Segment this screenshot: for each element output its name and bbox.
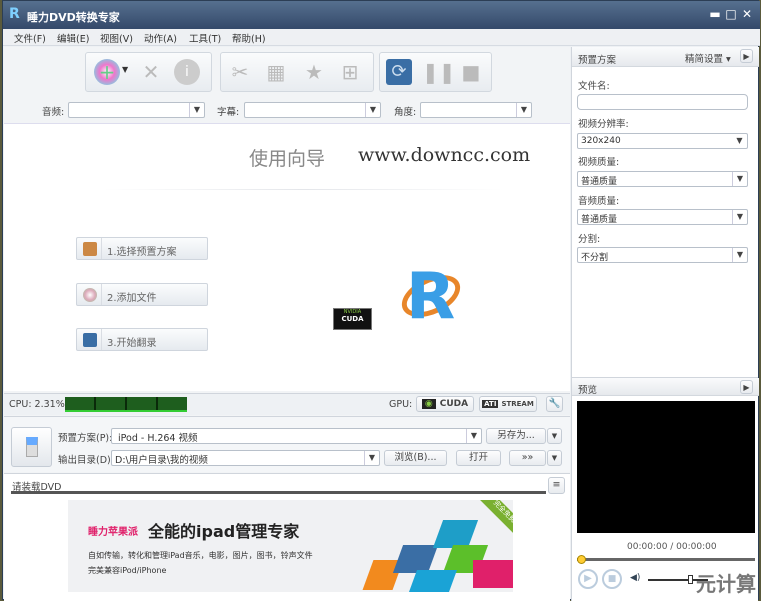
toolbar-group-convert: ⟳ ❚❚ ■ — [379, 52, 492, 92]
title-bar: R 睡力DVD转换专家 ▬ □ ✕ — [3, 1, 760, 29]
subtitle-select[interactable]: ▼ — [244, 102, 381, 118]
audio-quality-select[interactable]: 普通质量 ▼ — [577, 209, 748, 225]
delete-icon[interactable]: ✕ — [138, 59, 164, 85]
ad-banner[interactable]: 睡力苹果派 全能的ipad管理专家 自如传输，转化和管理iPad音乐，电影，图片… — [68, 500, 513, 592]
cpu-graph — [65, 397, 187, 412]
info-icon[interactable]: i — [174, 59, 200, 85]
app-window: R 睡力DVD转换专家 ▬ □ ✕ 文件(F) 编辑(E) 视图(V) 动作(A… — [2, 0, 760, 601]
effects-icon[interactable]: ★ — [301, 59, 327, 85]
menu-help[interactable]: 帮助(H) — [232, 31, 266, 45]
video-quality-select[interactable]: 普通质量 ▼ — [577, 171, 748, 187]
play-button[interactable]: ▶ — [578, 569, 598, 589]
output-dir-select[interactable]: D:\用户目录\我的视频 ▼ — [111, 450, 380, 466]
save-as-button[interactable]: 另存为... — [486, 428, 546, 444]
audio-select[interactable]: ▼ — [68, 102, 205, 118]
playback-time: 00:00:00 / 00:00:00 — [627, 542, 717, 552]
menu-tools[interactable]: 工具(T) — [189, 31, 221, 45]
wizard-step-add-file[interactable]: 2.添加文件 — [76, 283, 208, 306]
transfer-dropdown[interactable]: ▼ — [547, 450, 562, 466]
add-disc-icon[interactable]: + — [94, 59, 120, 85]
video-quality-label: 视频质量: — [578, 157, 620, 168]
seek-handle[interactable] — [577, 555, 586, 564]
simple-settings-dropdown[interactable]: 精简设置 ▾ — [685, 51, 731, 65]
window-title: 睡力DVD转换专家 — [27, 11, 120, 24]
divider — [104, 189, 504, 190]
task-progress-bar — [11, 491, 546, 494]
wizard-area: 使用向导 www.downcc.com 1.选择预置方案 2.添加文件 3.开始… — [4, 123, 570, 391]
preset-panel-header: 预置方案 精简设置 ▾ ▶ — [572, 47, 759, 67]
maximize-button[interactable]: □ — [724, 7, 738, 21]
preview-panel: 预览 ▶ 00:00:00 / 00:00:00 ▶ ■ ◀) 元计算 — [571, 377, 759, 601]
angle-label: 角度: — [394, 107, 417, 118]
expand-panel-button[interactable]: ▶ — [740, 49, 753, 63]
volume-icon[interactable]: ◀) — [630, 573, 640, 583]
preview-header: 预览 ▶ — [572, 378, 759, 396]
output-settings: 预置方案(P): iPod - H.264 视频 ▼ 另存为... ▼ 输出目录(… — [4, 416, 570, 472]
status-bar: CPU: 2.31% GPU: ◉ CUDA ATI STREAM 🔧 — [4, 393, 570, 415]
task-area: 请装载DVD ≡ 睡力苹果派 全能的ipad管理专家 自如传输，转化和管理iPa… — [4, 473, 570, 601]
app-logo-icon: R — [9, 6, 20, 22]
menu-edit[interactable]: 编辑(E) — [57, 31, 89, 45]
filename-input[interactable] — [577, 94, 748, 110]
browse-button[interactable]: 浏览(B)... — [384, 450, 447, 466]
wizard-step-start-rip[interactable]: 3.开始翻录 — [76, 328, 208, 351]
left-panel: + ▼ ✕ i ✂ ▦ ★ ⊞ ⟳ ❚❚ ■ 音频: ▼ 字幕: ▼ 角度: ▼… — [4, 47, 570, 601]
split-label: 分割: — [578, 234, 601, 245]
video-preview — [577, 401, 755, 533]
split-select[interactable]: 不分割 ▼ — [577, 247, 748, 263]
menu-view[interactable]: 视图(V) — [100, 31, 133, 45]
toolbar-group-file: + ▼ ✕ i — [85, 52, 212, 92]
preset-icon — [83, 242, 97, 256]
gpu-label: GPU: — [389, 399, 413, 410]
minimize-button[interactable]: ▬ — [708, 7, 722, 21]
rip-icon — [83, 333, 97, 347]
filename-label: 文件名: — [578, 81, 610, 92]
audio-label: 音频: — [42, 107, 65, 118]
save-as-dropdown[interactable]: ▼ — [547, 428, 562, 444]
menu-bar: 文件(F) 编辑(E) 视图(V) 动作(A) 工具(T) 帮助(H) — [3, 29, 760, 46]
close-button[interactable]: ✕ — [740, 7, 754, 21]
stop-button[interactable]: ■ — [602, 569, 622, 589]
add-file-icon — [83, 288, 97, 302]
transfer-to-device-button[interactable]: »» — [509, 450, 546, 466]
watermark-overlay: 元计算 — [696, 572, 756, 596]
resolution-select[interactable]: 320x240 ▼ — [577, 133, 748, 149]
volume-handle[interactable] — [688, 575, 693, 584]
angle-select[interactable]: ▼ — [420, 102, 532, 118]
cuda-toggle[interactable]: ◉ CUDA — [416, 396, 474, 412]
add-dropdown-icon[interactable]: ▼ — [122, 65, 128, 74]
device-ipod-icon[interactable] — [11, 427, 52, 467]
menu-action[interactable]: 动作(A) — [144, 31, 177, 45]
resolution-label: 视频分辨率: — [578, 119, 629, 130]
subtitle-label: 字幕: — [217, 107, 240, 118]
preset-settings-panel: 预置方案 精简设置 ▾ ▶ 文件名: 视频分辨率: 320x240 ▼ 视频质量:… — [571, 47, 759, 377]
film-icon[interactable]: ▦ — [263, 59, 289, 85]
pause-icon[interactable]: ❚❚ — [422, 59, 456, 85]
cpu-usage: CPU: 2.31% — [9, 399, 65, 410]
task-list-icon[interactable]: ≡ — [548, 477, 565, 494]
wizard-title: 使用向导 — [249, 148, 326, 170]
cut-icon[interactable]: ✂ — [227, 59, 253, 85]
output-dir-label: 输出目录(D): — [58, 455, 114, 466]
watermark-text: www.downcc.com — [358, 144, 531, 166]
merge-icon[interactable]: ⊞ — [337, 59, 363, 85]
ati-stream-toggle[interactable]: ATI STREAM — [479, 396, 537, 412]
preview-expand-button[interactable]: ▶ — [740, 380, 753, 394]
toolbar-group-edit: ✂ ▦ ★ ⊞ — [220, 52, 374, 92]
app-r-logo: R — [392, 264, 467, 334]
stop-icon[interactable]: ■ — [458, 59, 484, 85]
nvidia-cuda-logo: NVIDIA CUDA — [333, 308, 372, 330]
menu-file[interactable]: 文件(F) — [14, 31, 46, 45]
convert-icon[interactable]: ⟳ — [386, 59, 412, 85]
preset-label: 预置方案(P): — [58, 433, 113, 444]
open-button[interactable]: 打开 — [456, 450, 501, 466]
audio-quality-label: 音频质量: — [578, 196, 620, 207]
settings-wrench-icon[interactable]: 🔧 — [546, 396, 563, 412]
preset-select[interactable]: iPod - H.264 视频 ▼ — [111, 428, 482, 444]
wizard-step-select-preset[interactable]: 1.选择预置方案 — [76, 237, 208, 260]
seek-slider[interactable] — [577, 558, 755, 561]
